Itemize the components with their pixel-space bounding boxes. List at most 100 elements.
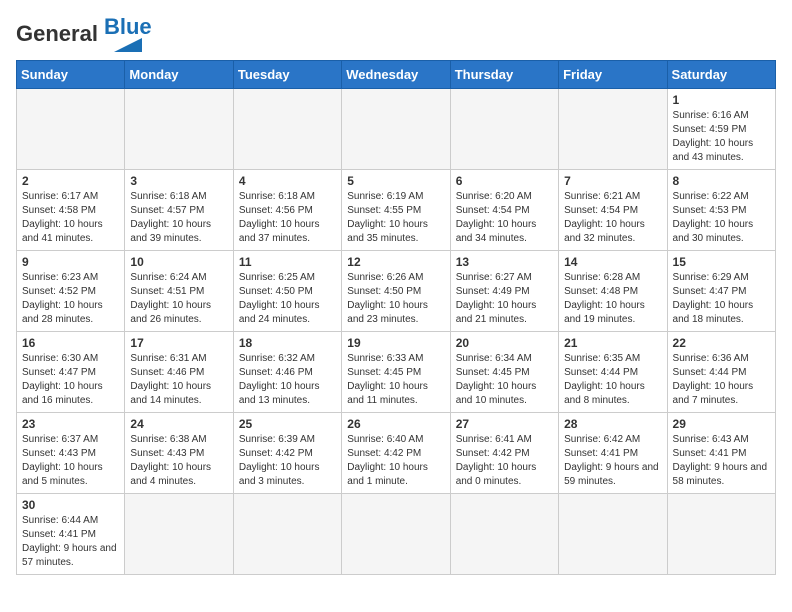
cell-info: Sunrise: 6:33 AM Sunset: 4:45 PM Dayligh…	[347, 352, 444, 408]
cell-info: Sunrise: 6:40 AM Sunset: 4:42 PM Dayligh…	[347, 433, 444, 489]
cell-info: Sunrise: 6:19 AM Sunset: 4:55 PM Dayligh…	[347, 190, 444, 246]
calendar-cell	[125, 89, 233, 170]
calendar-cell: 24Sunrise: 6:38 AM Sunset: 4:43 PM Dayli…	[125, 413, 233, 494]
calendar-cell: 2 Sunrise: 6:17 AM Sunset: 4:58 PM Daylig…	[17, 170, 125, 251]
day-number: 16	[22, 336, 119, 350]
calendar-cell: 16 Sunrise: 6:30 AM Sunset: 4:47 PM Dayli…	[17, 332, 125, 413]
day-number: 7	[564, 174, 661, 188]
cell-info: Sunrise: 6:25 AM Sunset: 4:50 PM Dayligh…	[239, 271, 336, 327]
day-number: 26	[347, 417, 444, 431]
weekday-header-saturday: Saturday	[667, 61, 775, 89]
weekday-header-sunday: Sunday	[17, 61, 125, 89]
day-number: 9	[22, 255, 119, 269]
cell-info: Sunrise: 6:16 AM Sunset: 4:59 PM Dayligh…	[673, 109, 770, 165]
cell-info: Sunrise: 6:34 AM Sunset: 4:45 PM Dayligh…	[456, 352, 553, 408]
calendar-cell: 17Sunrise: 6:31 AM Sunset: 4:46 PM Dayli…	[125, 332, 233, 413]
calendar-cell: 7 Sunrise: 6:21 AM Sunset: 4:54 PM Daylig…	[559, 170, 667, 251]
logo-general-text: General	[16, 21, 98, 47]
day-number: 1	[673, 93, 770, 107]
day-number: 11	[239, 255, 336, 269]
calendar-cell: 3Sunrise: 6:18 AM Sunset: 4:57 PM Daylig…	[125, 170, 233, 251]
day-number: 18	[239, 336, 336, 350]
header: General Blue	[16, 16, 776, 52]
calendar-cell	[559, 89, 667, 170]
calendar-cell	[17, 89, 125, 170]
cell-info: Sunrise: 6:32 AM Sunset: 4:46 PM Dayligh…	[239, 352, 336, 408]
cell-info: Sunrise: 6:26 AM Sunset: 4:50 PM Dayligh…	[347, 271, 444, 327]
weekday-header-monday: Monday	[125, 61, 233, 89]
day-number: 27	[456, 417, 553, 431]
cell-info: Sunrise: 6:43 AM Sunset: 4:41 PM Dayligh…	[673, 433, 770, 489]
calendar-cell: 30Sunrise: 6:44 AM Sunset: 4:41 PM Dayli…	[17, 494, 125, 575]
cell-info: Sunrise: 6:21 AM Sunset: 4:54 PM Dayligh…	[564, 190, 661, 246]
cell-info: Sunrise: 6:22 AM Sunset: 4:53 PM Dayligh…	[673, 190, 770, 246]
calendar-cell: 15 Sunrise: 6:29 AM Sunset: 4:47 PM Dayli…	[667, 251, 775, 332]
calendar-cell	[450, 89, 558, 170]
calendar-cell: 9 Sunrise: 6:23 AM Sunset: 4:52 PM Daylig…	[17, 251, 125, 332]
logo-blue-text: Blue	[104, 16, 152, 38]
day-number: 12	[347, 255, 444, 269]
cell-info: Sunrise: 6:20 AM Sunset: 4:54 PM Dayligh…	[456, 190, 553, 246]
calendar-cell: 1 Sunrise: 6:16 AM Sunset: 4:59 PM Daylig…	[667, 89, 775, 170]
calendar-cell: 28Sunrise: 6:42 AM Sunset: 4:41 PM Dayli…	[559, 413, 667, 494]
calendar-cell: 10 Sunrise: 6:24 AM Sunset: 4:51 PM Dayli…	[125, 251, 233, 332]
calendar-cell: 20 Sunrise: 6:34 AM Sunset: 4:45 PM Dayli…	[450, 332, 558, 413]
day-number: 22	[673, 336, 770, 350]
cell-info: Sunrise: 6:37 AM Sunset: 4:43 PM Dayligh…	[22, 433, 119, 489]
day-number: 15	[673, 255, 770, 269]
calendar-cell	[450, 494, 558, 575]
day-number: 29	[673, 417, 770, 431]
day-number: 25	[239, 417, 336, 431]
logo: General Blue	[16, 16, 152, 52]
cell-info: Sunrise: 6:42 AM Sunset: 4:41 PM Dayligh…	[564, 433, 661, 489]
cell-info: Sunrise: 6:18 AM Sunset: 4:57 PM Dayligh…	[130, 190, 227, 246]
calendar-cell: 11 Sunrise: 6:25 AM Sunset: 4:50 PM Dayli…	[233, 251, 341, 332]
cell-info: Sunrise: 6:23 AM Sunset: 4:52 PM Dayligh…	[22, 271, 119, 327]
cell-info: Sunrise: 6:41 AM Sunset: 4:42 PM Dayligh…	[456, 433, 553, 489]
calendar-table: SundayMondayTuesdayWednesdayThursdayFrid…	[16, 60, 776, 575]
cell-info: Sunrise: 6:28 AM Sunset: 4:48 PM Dayligh…	[564, 271, 661, 327]
calendar-cell	[125, 494, 233, 575]
calendar-cell: 6 Sunrise: 6:20 AM Sunset: 4:54 PM Daylig…	[450, 170, 558, 251]
calendar-cell: 8 Sunrise: 6:22 AM Sunset: 4:53 PM Daylig…	[667, 170, 775, 251]
cell-info: Sunrise: 6:17 AM Sunset: 4:58 PM Dayligh…	[22, 190, 119, 246]
calendar-cell: 27 Sunrise: 6:41 AM Sunset: 4:42 PM Dayli…	[450, 413, 558, 494]
day-number: 8	[673, 174, 770, 188]
day-number: 14	[564, 255, 661, 269]
calendar-cell: 23Sunrise: 6:37 AM Sunset: 4:43 PM Dayli…	[17, 413, 125, 494]
cell-info: Sunrise: 6:31 AM Sunset: 4:46 PM Dayligh…	[130, 352, 227, 408]
cell-info: Sunrise: 6:35 AM Sunset: 4:44 PM Dayligh…	[564, 352, 661, 408]
calendar-cell: 25 Sunrise: 6:39 AM Sunset: 4:42 PM Dayli…	[233, 413, 341, 494]
day-number: 20	[456, 336, 553, 350]
weekday-header-thursday: Thursday	[450, 61, 558, 89]
day-number: 4	[239, 174, 336, 188]
day-number: 6	[456, 174, 553, 188]
calendar-cell	[342, 89, 450, 170]
weekday-header-tuesday: Tuesday	[233, 61, 341, 89]
cell-info: Sunrise: 6:27 AM Sunset: 4:49 PM Dayligh…	[456, 271, 553, 327]
day-number: 13	[456, 255, 553, 269]
calendar-cell: 13 Sunrise: 6:27 AM Sunset: 4:49 PM Dayli…	[450, 251, 558, 332]
day-number: 24	[130, 417, 227, 431]
cell-info: Sunrise: 6:29 AM Sunset: 4:47 PM Dayligh…	[673, 271, 770, 327]
day-number: 2	[22, 174, 119, 188]
cell-info: Sunrise: 6:30 AM Sunset: 4:47 PM Dayligh…	[22, 352, 119, 408]
day-number: 30	[22, 498, 119, 512]
calendar-cell: 19Sunrise: 6:33 AM Sunset: 4:45 PM Dayli…	[342, 332, 450, 413]
calendar-cell: 29 Sunrise: 6:43 AM Sunset: 4:41 PM Dayli…	[667, 413, 775, 494]
calendar-cell: 18 Sunrise: 6:32 AM Sunset: 4:46 PM Dayli…	[233, 332, 341, 413]
day-number: 5	[347, 174, 444, 188]
day-number: 10	[130, 255, 227, 269]
calendar-cell: 5 Sunrise: 6:19 AM Sunset: 4:55 PM Daylig…	[342, 170, 450, 251]
cell-info: Sunrise: 6:39 AM Sunset: 4:42 PM Dayligh…	[239, 433, 336, 489]
calendar-cell	[559, 494, 667, 575]
calendar-cell	[342, 494, 450, 575]
calendar-cell: 22Sunrise: 6:36 AM Sunset: 4:44 PM Dayli…	[667, 332, 775, 413]
calendar-cell	[233, 89, 341, 170]
calendar-cell	[233, 494, 341, 575]
calendar-cell: 26 Sunrise: 6:40 AM Sunset: 4:42 PM Dayli…	[342, 413, 450, 494]
calendar-cell	[667, 494, 775, 575]
calendar-cell: 12 Sunrise: 6:26 AM Sunset: 4:50 PM Dayli…	[342, 251, 450, 332]
cell-info: Sunrise: 6:24 AM Sunset: 4:51 PM Dayligh…	[130, 271, 227, 327]
calendar-cell: 4Sunrise: 6:18 AM Sunset: 4:56 PM Daylig…	[233, 170, 341, 251]
